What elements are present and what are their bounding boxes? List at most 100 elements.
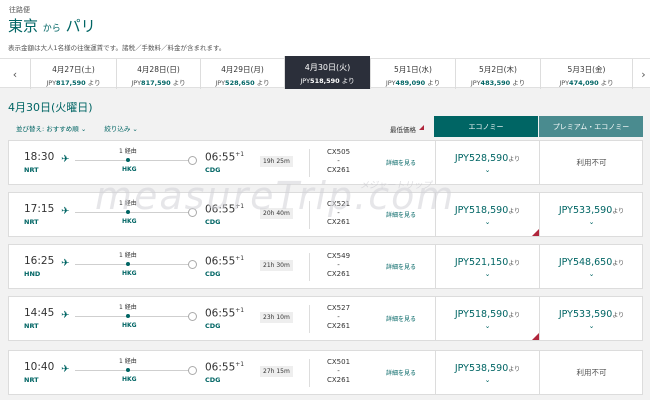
departure-airport: NRT bbox=[24, 218, 39, 226]
route-connector: から bbox=[42, 24, 61, 34]
arrival-airport: CDG bbox=[205, 322, 221, 330]
price-value: 489,090 bbox=[395, 79, 426, 87]
chevron-down-icon[interactable]: ⌄ bbox=[436, 166, 539, 174]
details-link[interactable]: 詳細を見る bbox=[386, 314, 416, 323]
fare-note: 表示金額は大人1名様の往復運賃です。諸税／手数料／料金が含まれます。 bbox=[8, 44, 226, 52]
plane-icon: ✈ bbox=[61, 154, 70, 165]
filter-bar: 並び替え: おすすめ順 ⌄ 絞り込み ⌄ bbox=[16, 123, 154, 133]
date-price: JPY817,590 より bbox=[117, 77, 200, 87]
date-label: 4月28日(日) bbox=[137, 65, 180, 74]
filter-dropdown[interactable]: 絞り込み ⌄ bbox=[104, 125, 138, 133]
stop-dot bbox=[126, 314, 130, 318]
price-suffix: より bbox=[341, 77, 355, 85]
destination-dot-icon bbox=[188, 260, 197, 269]
destination-dot-icon bbox=[188, 312, 197, 321]
currency-label: JPY bbox=[559, 79, 570, 87]
price-value: 548,650 bbox=[572, 257, 613, 268]
details-link[interactable]: 詳細を見る bbox=[386, 158, 416, 167]
date-label: 5月2日(木) bbox=[479, 65, 517, 74]
chevron-down-icon[interactable]: ⌄ bbox=[436, 218, 539, 226]
price-value: 817,590 bbox=[56, 79, 86, 87]
day-offset: +1 bbox=[235, 151, 245, 158]
premium-economy-fare-cell: 利用不可 bbox=[539, 351, 643, 394]
price-value: 817,590 bbox=[141, 79, 171, 87]
destination-dot-icon bbox=[188, 366, 197, 375]
premium-price: JPY548,650より bbox=[540, 257, 643, 268]
date-option[interactable]: 5月1日(水) JPY489,090 より bbox=[370, 59, 455, 89]
duration-badge: 23h 10m bbox=[260, 312, 293, 323]
unavailable-label: 利用不可 bbox=[576, 368, 607, 377]
economy-fare-cell[interactable]: JPY518,590より ⌄ bbox=[435, 297, 539, 340]
premium-economy-fare-cell[interactable]: JPY533,590より ⌄ bbox=[539, 297, 643, 340]
flight-numbers: CX501- CX261 bbox=[327, 358, 351, 384]
flight-number: CX261 bbox=[327, 218, 351, 226]
departure-airport: NRT bbox=[24, 376, 39, 384]
flight-row: 10:40 NRT ✈ 1 経由 HKG 06:55+1 CDG 27h 15m CX501- C… bbox=[8, 350, 643, 395]
price-value: 528,590 bbox=[468, 153, 509, 164]
chevron-left-icon[interactable]: ‹ bbox=[4, 59, 26, 89]
chevron-down-icon[interactable]: ⌄ bbox=[540, 218, 643, 226]
date-option[interactable]: 4月30日(火) JPY518,590 より bbox=[284, 56, 370, 89]
chevron-down-icon[interactable]: ⌄ bbox=[436, 322, 539, 330]
flight-row: 16:25 HND ✈ 1 経由 HKG 06:55+1 CDG 21h 30m CX549- C… bbox=[8, 244, 643, 289]
chevron-down-icon[interactable]: ⌄ bbox=[436, 270, 539, 278]
chevron-right-icon[interactable]: › bbox=[632, 59, 650, 89]
currency-label: JPY bbox=[454, 205, 469, 216]
plane-icon: ✈ bbox=[61, 310, 70, 321]
premium-economy-fare-cell[interactable]: JPY533,590より ⌄ bbox=[539, 193, 643, 236]
plane-icon: ✈ bbox=[61, 364, 70, 375]
date-option[interactable]: 5月3日(金) JPY474,090 より bbox=[540, 59, 632, 89]
lowest-price-label: 最低価格 bbox=[390, 125, 424, 134]
date-option[interactable]: 5月2日(木) JPY483,590 より bbox=[455, 59, 540, 89]
lowest-price-flag bbox=[532, 229, 539, 236]
arrival-time-value: 06:55 bbox=[205, 361, 236, 374]
date-option[interactable]: 4月29日(月) JPY528,650 より bbox=[200, 59, 284, 89]
premium-economy-column-header: プレミアム・エコノミー bbox=[539, 116, 643, 137]
date-option[interactable]: 4月27日(土) JPY817,590 より bbox=[30, 59, 116, 89]
price-value: 521,150 bbox=[468, 257, 509, 268]
premium-price: JPY533,590より bbox=[540, 309, 643, 320]
details-link[interactable]: 詳細を見る bbox=[386, 262, 416, 271]
price-value: 483,590 bbox=[480, 79, 511, 87]
departure-time: 18:30 bbox=[24, 151, 55, 163]
via-airport: HKG bbox=[122, 166, 137, 173]
chevron-down-icon[interactable]: ⌄ bbox=[436, 376, 539, 384]
premium-economy-fare-cell[interactable]: JPY548,650より ⌄ bbox=[539, 245, 643, 288]
flight-numbers: CX549- CX261 bbox=[327, 252, 351, 278]
economy-price: JPY528,590より bbox=[436, 153, 539, 164]
price-suffix: より bbox=[427, 79, 441, 87]
price-value: 518,590 bbox=[468, 205, 509, 216]
currency-label: JPY bbox=[454, 153, 469, 164]
price-suffix: より bbox=[508, 260, 521, 267]
price-value: 518,590 bbox=[468, 309, 509, 320]
currency-label: JPY bbox=[46, 79, 57, 87]
day-offset: +1 bbox=[235, 307, 245, 314]
economy-fare-cell[interactable]: JPY538,590より ⌄ bbox=[435, 351, 539, 394]
stops-label: 1 経由 bbox=[119, 252, 137, 259]
currency-label: JPY bbox=[454, 363, 469, 374]
currency-label: JPY bbox=[385, 79, 396, 87]
details-link[interactable]: 詳細を見る bbox=[386, 368, 416, 377]
price-suffix: より bbox=[172, 79, 186, 87]
date-label: 4月29日(月) bbox=[221, 65, 264, 74]
arrival-time-value: 06:55 bbox=[205, 255, 236, 268]
currency-label: JPY bbox=[558, 205, 573, 216]
chevron-down-icon[interactable]: ⌄ bbox=[540, 270, 643, 278]
economy-price: JPY518,590より bbox=[436, 309, 539, 320]
economy-fare-cell[interactable]: JPY521,150より ⌄ bbox=[435, 245, 539, 288]
flight-numbers: CX505- CX261 bbox=[327, 148, 351, 174]
trip-type-label: 往路便 bbox=[9, 6, 30, 14]
duration-badge: 21h 30m bbox=[260, 260, 293, 271]
chevron-down-icon[interactable]: ⌄ bbox=[540, 322, 643, 330]
plane-icon: ✈ bbox=[61, 206, 70, 217]
sort-dropdown[interactable]: 並び替え: おすすめ順 ⌄ bbox=[16, 125, 86, 133]
flight-numbers: CX527- CX261 bbox=[327, 304, 351, 330]
date-price: JPY817,590 より bbox=[31, 77, 116, 87]
arrival-airport: CDG bbox=[205, 376, 221, 384]
currency-label: JPY bbox=[131, 79, 142, 87]
price-suffix: より bbox=[508, 366, 521, 373]
date-option[interactable]: 4月28日(日) JPY817,590 より bbox=[116, 59, 200, 89]
origin-city: 東京 bbox=[8, 17, 39, 35]
flight-number: CX501 bbox=[327, 358, 351, 366]
departure-airport: HND bbox=[24, 270, 41, 278]
